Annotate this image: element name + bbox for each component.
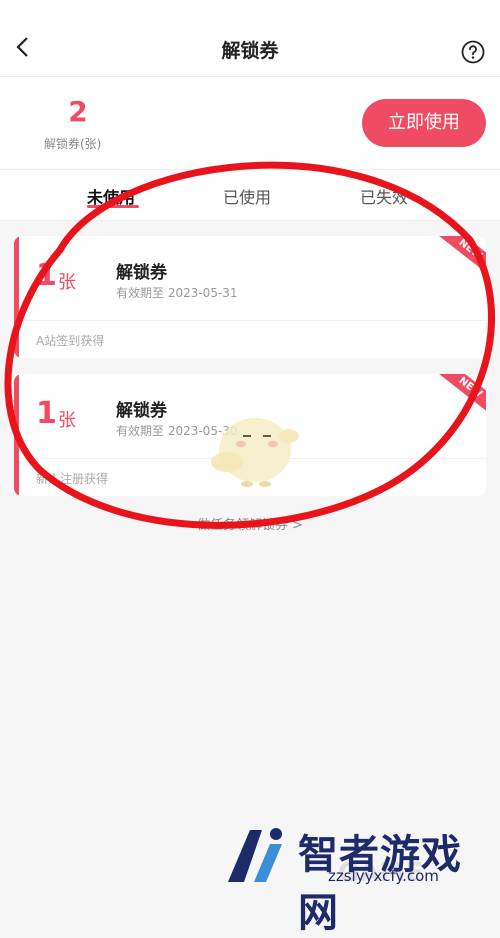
coupon-name: 解锁券 [116,263,167,283]
coupon-unit: 张 [58,410,76,431]
tab-expired[interactable]: 已失效 [360,184,408,208]
coupon-summary: 2 解锁券(张) 立即使用 [0,77,500,170]
site-watermark: GAME 智者游戏网 zzslyyxcfy.com [220,822,500,936]
header-bar: 解锁券 [0,0,500,77]
new-badge: NEW [433,236,486,281]
mascot-illustration [211,418,299,487]
coupon-unit: 张 [58,272,76,293]
coupon-validity: 有效期至 2023-05-31 [116,286,238,300]
coupon-amount: 1 [36,258,57,293]
question-circle-icon[interactable] [461,40,485,64]
use-now-button[interactable]: 立即使用 [362,99,486,147]
tab-used[interactable]: 已使用 [223,184,271,208]
coupon-card[interactable]: 1 张 解锁券 有效期至 2023-05-31 A站签到获得 NEW [14,236,486,358]
coupon-name: 解锁券 [116,401,167,421]
watermark-logo-icon [228,828,282,882]
card-accent-stripe [14,236,19,358]
tab-bar: 未使用 已使用 已失效 [0,170,500,221]
card-divider [19,320,486,321]
active-tab-indicator [87,205,139,208]
watermark-url: zzslyyxcfy.com [328,867,439,885]
coupon-count: 2 [68,95,88,128]
coupon-source: A站签到获得 [36,334,105,348]
coupon-source: 新人注册获得 [36,472,109,486]
page-title: 解锁券 [221,40,279,62]
card-accent-stripe [14,374,19,496]
coupon-amount: 1 [36,396,57,431]
coupon-count-label: 解锁券(张) [44,137,102,151]
earn-coupons-link[interactable]: 做任务领解锁券 > [0,514,500,533]
new-badge: NEW [433,374,486,419]
